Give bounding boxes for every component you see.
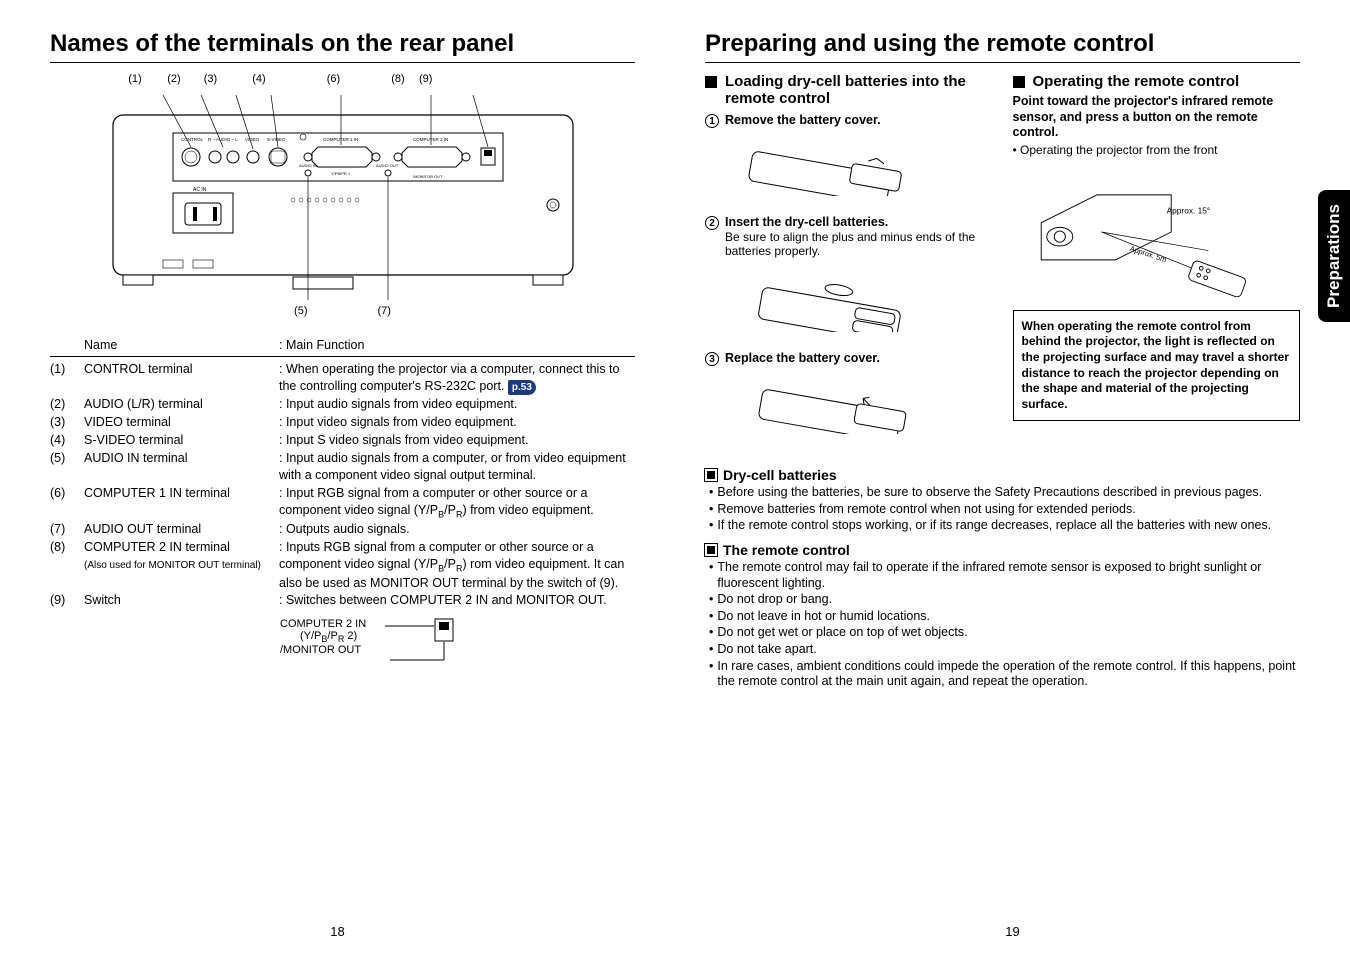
table-row: (1) CONTROL terminal : When operating th… [50, 361, 635, 395]
terminal-table: Name : Main Function (1) CONTROL termina… [50, 337, 635, 609]
notes-section: Dry-cell batteries •Before using the bat… [705, 467, 1300, 690]
table-row: (9)Switch: Switches between COMPUTER 2 I… [50, 592, 635, 609]
svg-text:COMPUTER 2 IN: COMPUTER 2 IN [413, 137, 448, 142]
switch-diagram: COMPUTER 2 IN (Y/PB/PR 2) /MONITOR OUT [280, 615, 635, 711]
left-page: Names of the terminals on the rear panel… [0, 0, 675, 954]
switch-label-bot: /MONITOR OUT [280, 644, 635, 656]
note-box: When operating the remote control from b… [1013, 310, 1301, 422]
insert-batteries-illustration [725, 272, 965, 332]
lbl-control: CONTROL [181, 137, 203, 142]
svg-text:AUDIO IN: AUDIO IN [299, 163, 317, 168]
operating-remote-section: Operating the remote control Point towar… [1013, 73, 1301, 447]
svg-text:/MONITOR OUT: /MONITOR OUT [413, 174, 443, 179]
square-bullet-icon [705, 76, 717, 88]
list-item: In rare cases, ambient conditions could … [717, 659, 1300, 690]
callout-6: (6) [290, 73, 377, 85]
table-row: (7)AUDIO OUT terminal: Outputs audio sig… [50, 521, 635, 538]
list-item: Remove batteries from remote control whe… [717, 502, 1135, 518]
table-row: (2)AUDIO (L/R) terminal: Input audio sig… [50, 396, 635, 413]
note-bullet-icon [705, 469, 717, 481]
table-row: (5)AUDIO IN terminal: Input audio signal… [50, 450, 635, 484]
table-row: (4)S-VIDEO terminal: Input S video signa… [50, 432, 635, 449]
page-number-right: 19 [1005, 924, 1019, 939]
svg-text:COMPUTER 1 IN: COMPUTER 1 IN [323, 137, 358, 142]
step-3-icon: 3 [705, 352, 719, 366]
svg-text:Approx. 15°: Approx. 15° [1166, 205, 1210, 215]
svg-text:R – AUDIO – L: R – AUDIO – L [208, 137, 238, 142]
svg-text:Y/PB/PR 1: Y/PB/PR 1 [331, 171, 351, 176]
list-item: Before using the batteries, be sure to o… [717, 485, 1262, 501]
replace-cover-illustration [725, 374, 965, 434]
right-title: Preparing and using the remote control [705, 30, 1300, 63]
callout-5: (5) [294, 305, 307, 317]
projector-remote-illustration: Approx. 15° Approx. 5m [1013, 167, 1283, 297]
step-1-icon: 1 [705, 114, 719, 128]
section-tab: Preparations [1318, 190, 1350, 322]
page-ref-badge: p.53 [508, 380, 536, 396]
list-item: The remote control may fail to operate i… [717, 560, 1300, 591]
svg-text:AUDIO OUT: AUDIO OUT [376, 163, 399, 168]
projector-rear-svg: CONTROL R – AUDIO – L VIDEO S-VIDEO [93, 85, 593, 305]
note-bullet-icon [705, 544, 717, 556]
svg-text:VIDEO: VIDEO [245, 137, 260, 142]
table-row: (8) COMPUTER 2 IN terminal(Also used for… [50, 539, 635, 591]
th-name: Name [84, 337, 279, 354]
list-item: Do not drop or bang. [717, 592, 832, 608]
callout-4: (4) [228, 73, 290, 85]
callout-2: (2) [155, 73, 193, 85]
svg-text:Approx. 5m: Approx. 5m [1128, 244, 1167, 264]
callout-8: (8) [377, 73, 419, 85]
switch-label-top: COMPUTER 2 IN [280, 618, 635, 630]
table-row: (6)COMPUTER 1 IN terminal: Input RGB sig… [50, 485, 635, 521]
page-number-left: 18 [330, 924, 344, 939]
callout-7: (7) [378, 305, 391, 317]
callout-9: (9) [419, 73, 432, 85]
svg-text:AC IN: AC IN [193, 187, 207, 193]
remove-cover-illustration [725, 136, 965, 196]
list-item: Do not get wet or place on top of wet ob… [717, 625, 967, 641]
rear-panel-diagram: (1) (2) (3) (4) (6) (8) (9) [50, 73, 635, 317]
callout-3: (3) [193, 73, 228, 85]
left-title: Names of the terminals on the rear panel [50, 30, 635, 63]
list-item: If the remote control stops working, or … [717, 518, 1271, 534]
table-row: (3)VIDEO terminal: Input video signals f… [50, 414, 635, 431]
square-bullet-icon [1013, 76, 1025, 88]
callout-1: (1) [115, 73, 155, 85]
list-item: Do not take apart. [717, 642, 816, 658]
list-item: Do not leave in hot or humid locations. [717, 609, 930, 625]
step-2-icon: 2 [705, 216, 719, 230]
right-page: Preparing and using the remote control L… [675, 0, 1350, 954]
th-func: : Main Function [279, 337, 635, 354]
loading-batteries-section: Loading dry-cell batteries into the remo… [705, 73, 993, 447]
